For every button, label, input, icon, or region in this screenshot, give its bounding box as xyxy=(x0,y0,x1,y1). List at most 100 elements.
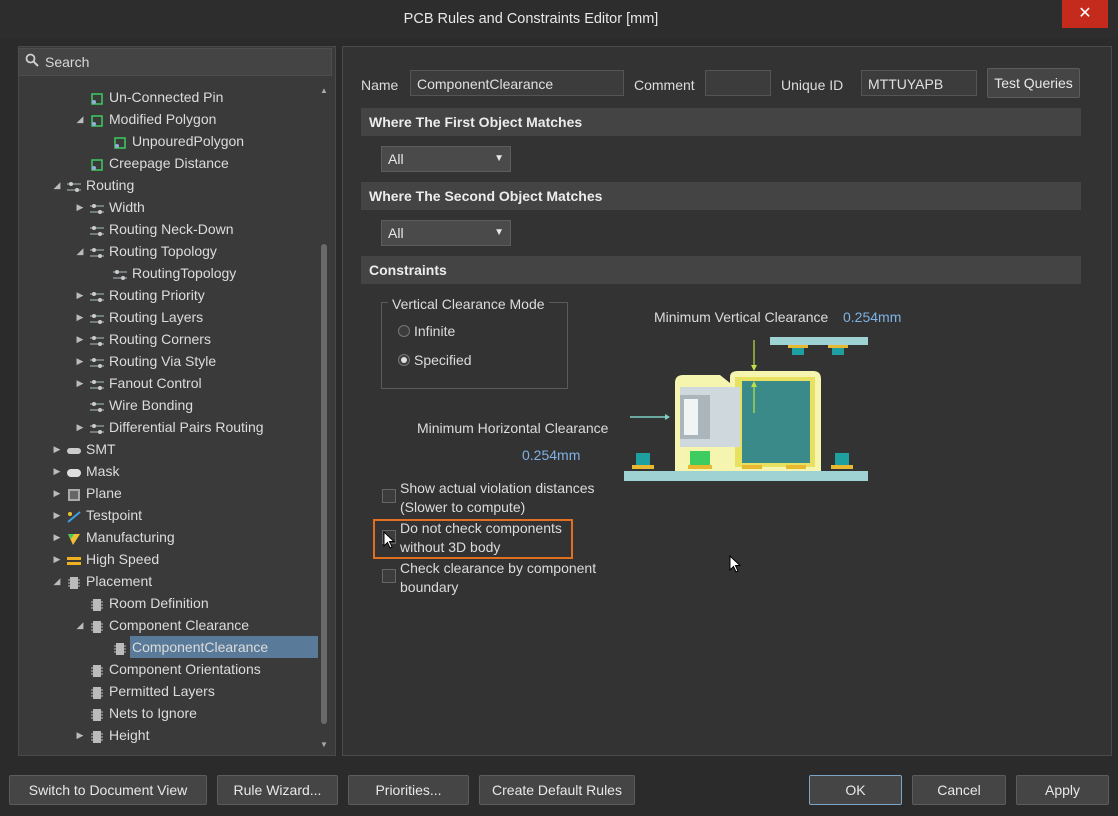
routing-icon xyxy=(89,222,105,236)
placement-icon xyxy=(89,662,105,677)
min-horizontal-value[interactable]: 0.254mm xyxy=(522,447,580,463)
close-button[interactable]: ✕ xyxy=(1062,0,1108,28)
cancel-button[interactable]: Cancel xyxy=(912,775,1006,805)
first-match-value: All xyxy=(388,151,404,167)
pcb-board xyxy=(624,471,868,481)
solder xyxy=(632,465,654,469)
comment-label: Comment xyxy=(634,77,695,93)
infinite-label[interactable]: Infinite xyxy=(414,323,455,339)
rule-tree[interactable]: Un-Connected Pin ◢ Modified Polygon Unpoure… xyxy=(20,84,320,752)
tree-item-label: Fanout Control xyxy=(109,375,202,391)
tree-item[interactable]: Nets to Ignore xyxy=(20,702,318,724)
polygon-rule-icon xyxy=(112,134,128,149)
collapsed-arrow-icon[interactable]: ▶ xyxy=(75,306,85,328)
tree-item[interactable]: RoutingTopology xyxy=(20,262,318,284)
tree-item[interactable]: UnpouredPolygon xyxy=(20,130,318,152)
test-queries-button[interactable]: Test Queries xyxy=(987,68,1080,98)
tree-item[interactable]: Component Orientations xyxy=(20,658,318,680)
expanded-arrow-icon[interactable]: ◢ xyxy=(75,240,85,262)
tree-item[interactable]: ▶ Routing Corners xyxy=(20,328,318,350)
search-placeholder: Search xyxy=(45,54,90,70)
tree-item[interactable]: ▶ Routing Layers xyxy=(20,306,318,328)
collapsed-arrow-icon[interactable]: ▶ xyxy=(75,416,85,438)
comment-field[interactable] xyxy=(705,70,771,96)
tree-item[interactable]: ◢ Routing xyxy=(20,174,318,196)
collapsed-arrow-icon[interactable]: ▶ xyxy=(52,460,62,482)
create-default-rules-button[interactable]: Create Default Rules xyxy=(479,775,635,805)
tree-item[interactable]: ◢ Component Clearance xyxy=(20,614,318,636)
tree-item[interactable]: ◢ Routing Topology xyxy=(20,240,318,262)
collapsed-arrow-icon[interactable]: ▶ xyxy=(52,504,62,526)
component-boundary-label-line1[interactable]: Check clearance by component xyxy=(400,560,596,576)
tree-item-label: Width xyxy=(109,199,145,215)
search-input[interactable]: Search xyxy=(18,48,332,76)
tree-item[interactable]: ▶ Fanout Control xyxy=(20,372,318,394)
priorities-button[interactable]: Priorities... xyxy=(348,775,469,805)
scroll-down-icon[interactable]: ▼ xyxy=(319,740,329,749)
name-field[interactable]: ComponentClearance xyxy=(410,70,624,96)
scroll-up-icon[interactable]: ▲ xyxy=(319,86,329,95)
apply-button[interactable]: Apply xyxy=(1016,775,1109,805)
collapsed-arrow-icon[interactable]: ▶ xyxy=(75,350,85,372)
specified-label[interactable]: Specified xyxy=(414,352,472,368)
tree-item-label: Routing Layers xyxy=(109,309,204,325)
tree-item[interactable]: ▶ SMT xyxy=(20,438,318,460)
ok-button[interactable]: OK xyxy=(809,775,902,805)
solder xyxy=(831,465,853,469)
collapsed-arrow-icon[interactable]: ▶ xyxy=(52,438,62,460)
expanded-arrow-icon[interactable]: ◢ xyxy=(75,614,85,636)
show-violation-checkbox[interactable] xyxy=(382,489,396,503)
tree-item[interactable]: ▶ Routing Via Style xyxy=(20,350,318,372)
specified-radio[interactable] xyxy=(398,354,410,366)
tree-item-label: Permitted Layers xyxy=(109,683,215,699)
testpoint-icon xyxy=(66,508,82,523)
tree-item[interactable]: Wire Bonding xyxy=(20,394,318,416)
first-match-dropdown[interactable]: All ▼ xyxy=(381,146,511,172)
tree-item[interactable]: ComponentClearance xyxy=(20,636,318,658)
rule-wizard-button[interactable]: Rule Wizard... xyxy=(217,775,338,805)
tree-item-label: Creepage Distance xyxy=(109,155,229,171)
name-label: Name xyxy=(361,77,399,93)
no-3d-body-label-line2[interactable]: without 3D body xyxy=(400,539,500,555)
collapsed-arrow-icon[interactable]: ▶ xyxy=(52,526,62,548)
collapsed-arrow-icon[interactable]: ▶ xyxy=(75,284,85,306)
collapsed-arrow-icon[interactable]: ▶ xyxy=(75,372,85,394)
tree-item[interactable]: ▶ Height xyxy=(20,724,318,746)
no-3d-body-label-line1[interactable]: Do not check components xyxy=(400,520,562,536)
tree-item[interactable]: ▶ Width xyxy=(20,196,318,218)
show-violation-label-line1[interactable]: Show actual violation distances xyxy=(400,480,595,496)
tree-item[interactable]: ▶ High Speed xyxy=(20,548,318,570)
tree-item[interactable]: ▶ Testpoint xyxy=(20,504,318,526)
show-violation-label-line2[interactable]: (Slower to compute) xyxy=(400,499,525,515)
collapsed-arrow-icon[interactable]: ▶ xyxy=(75,196,85,218)
component-boundary-checkbox[interactable] xyxy=(382,569,396,583)
second-match-dropdown[interactable]: All ▼ xyxy=(381,220,511,246)
switch-to-document-view-button[interactable]: Switch to Document View xyxy=(9,775,207,805)
tree-item-label: RoutingTopology xyxy=(132,265,237,281)
tree-scroll-thumb[interactable] xyxy=(321,244,327,724)
tree-item[interactable]: Room Definition xyxy=(20,592,318,614)
tree-item[interactable]: Permitted Layers xyxy=(20,680,318,702)
infinite-radio[interactable] xyxy=(398,325,410,337)
collapsed-arrow-icon[interactable]: ▶ xyxy=(75,724,85,746)
component-boundary-label-line2[interactable]: boundary xyxy=(400,579,458,595)
tree-item[interactable]: ◢ Modified Polygon xyxy=(20,108,318,130)
tree-item[interactable]: Routing Neck-Down xyxy=(20,218,318,240)
min-vertical-value[interactable]: 0.254mm xyxy=(843,309,901,325)
unique-id-field[interactable]: MTTUYAPB xyxy=(861,70,977,96)
tree-item[interactable]: ▶ Differential Pairs Routing xyxy=(20,416,318,438)
expanded-arrow-icon[interactable]: ◢ xyxy=(52,174,62,196)
collapsed-arrow-icon[interactable]: ▶ xyxy=(52,548,62,570)
tree-item[interactable]: ◢ Placement xyxy=(20,570,318,592)
collapsed-arrow-icon[interactable]: ▶ xyxy=(75,328,85,350)
tree-item[interactable]: Un-Connected Pin xyxy=(20,86,318,108)
tree-item-label: ComponentClearance xyxy=(132,639,269,655)
tree-item[interactable]: ▶ Plane xyxy=(20,482,318,504)
tree-item[interactable]: ▶ Routing Priority xyxy=(20,284,318,306)
tree-item[interactable]: ▶ Mask xyxy=(20,460,318,482)
expanded-arrow-icon[interactable]: ◢ xyxy=(52,570,62,592)
tree-item[interactable]: ▶ Manufacturing xyxy=(20,526,318,548)
collapsed-arrow-icon[interactable]: ▶ xyxy=(52,482,62,504)
expanded-arrow-icon[interactable]: ◢ xyxy=(75,108,85,130)
tree-item[interactable]: Creepage Distance xyxy=(20,152,318,174)
